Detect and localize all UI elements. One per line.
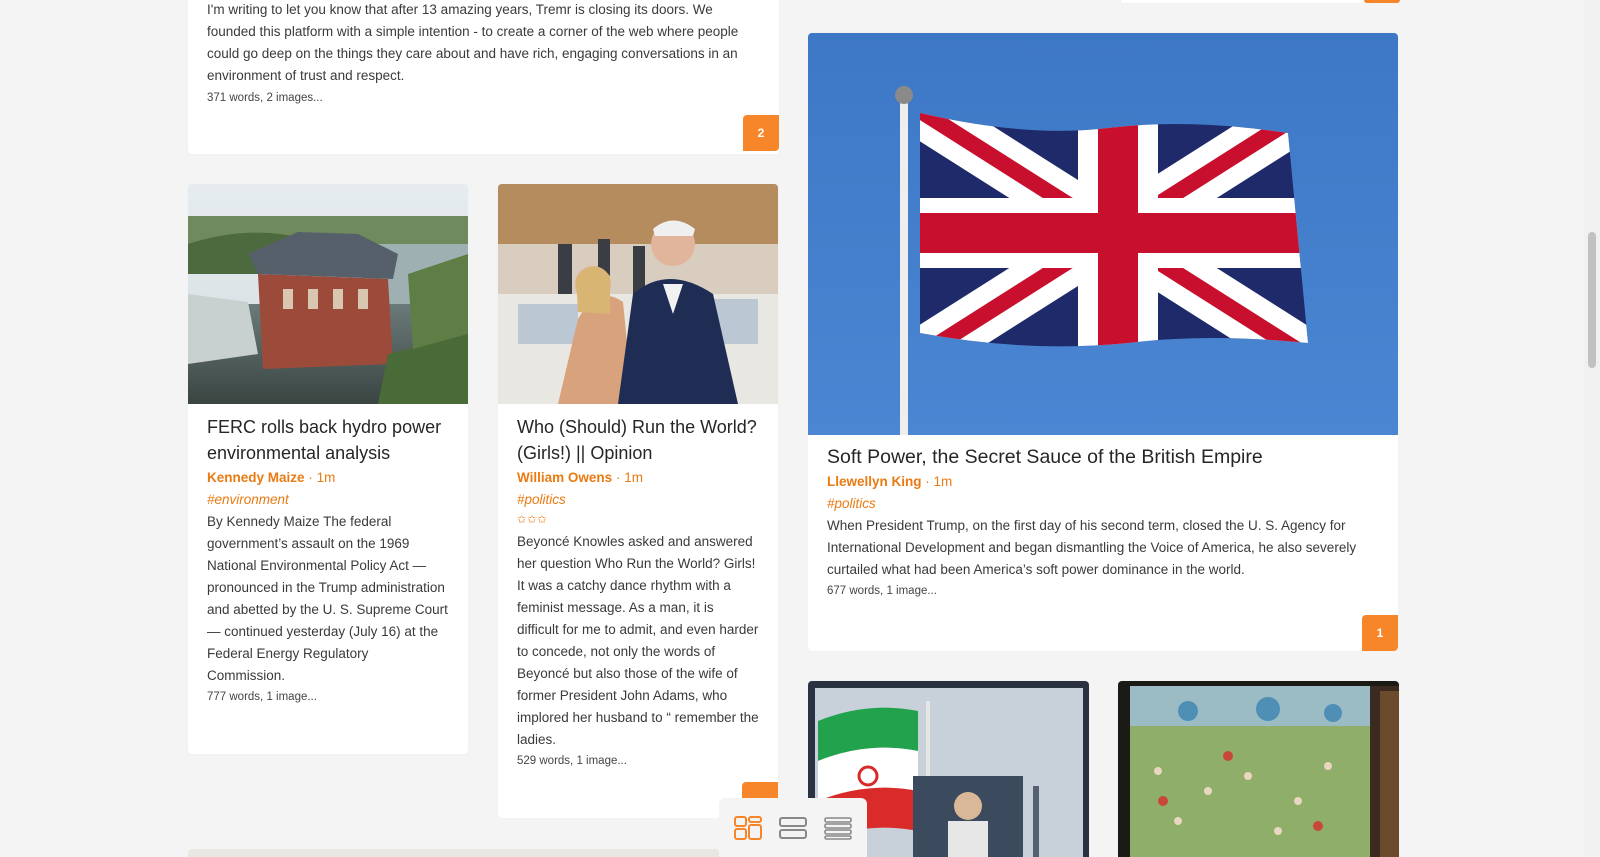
meta-separator: ·: [308, 470, 313, 485]
meta-separator: ·: [925, 474, 930, 489]
article-excerpt: I'm writing to let you know that after 1…: [207, 2, 739, 83]
post-age: 1m: [624, 470, 643, 485]
hydro-plant-image: [188, 184, 468, 404]
meta-separator: ·: [615, 470, 621, 485]
article-tag[interactable]: #politics: [827, 493, 1379, 515]
article-tag[interactable]: #politics: [517, 489, 759, 511]
page-scrollbar[interactable]: [1584, 0, 1600, 857]
article-excerpt: When President Trump, on the first day o…: [827, 518, 1357, 577]
article-card-ferc[interactable]: FERC rolls back hydro power environmenta…: [188, 184, 468, 754]
comment-count-badge[interactable]: 2: [743, 115, 779, 151]
article-card-tremr[interactable]: I'm writing to let you know that after 1…: [188, 0, 779, 154]
article-image-union-jack[interactable]: [808, 33, 1398, 435]
rating-stars[interactable]: ✩✩✩: [517, 511, 759, 529]
article-tag[interactable]: #environment: [207, 489, 449, 511]
article-title[interactable]: Who (Should) Run the World? (Girls!) || …: [517, 414, 759, 466]
article-image-hydro-power[interactable]: [188, 184, 468, 404]
article-card-who-run-the-world[interactable]: Who (Should) Run the World? (Girls!) || …: [498, 184, 778, 818]
grid-layout-icon: [733, 815, 762, 840]
article-title[interactable]: FERC rolls back hydro power environmenta…: [207, 414, 449, 466]
post-age: 1m: [933, 474, 953, 489]
word-count: 777 words, 1 image...: [207, 691, 317, 703]
badge-top-right-partial: [1364, 0, 1400, 3]
garden-of-earthly-delights-image: [1118, 681, 1399, 857]
word-count: 677 words, 1 image...: [827, 585, 937, 597]
author-name[interactable]: Llewellyn King: [827, 474, 922, 489]
article-meta: Llewellyn King · 1m: [827, 471, 1379, 493]
post-age: 1m: [316, 470, 336, 485]
layout-toolbar: [719, 798, 867, 857]
word-count: 529 words, 1 image...: [517, 755, 627, 767]
card-layout-icon: [778, 816, 807, 839]
article-title[interactable]: Soft Power, the Secret Sauce of the Brit…: [827, 444, 1379, 470]
list-layout-button[interactable]: [821, 811, 855, 845]
author-name[interactable]: William Owens: [517, 470, 612, 485]
leaders-meeting-image: [498, 184, 778, 404]
list-layout-icon: [824, 816, 853, 840]
article-card-soft-power[interactable]: Soft Power, the Secret Sauce of the Brit…: [808, 33, 1398, 651]
article-image-meloni-biden[interactable]: [498, 184, 778, 404]
card-layout-button[interactable]: [776, 811, 810, 845]
card-top-right-partial[interactable]: [1121, 0, 1364, 3]
article-meta: Kennedy Maize · 1m: [207, 467, 449, 489]
article-excerpt: By Kennedy Maize The federal government’…: [207, 514, 448, 683]
article-card-painting-partial[interactable]: [1118, 681, 1399, 857]
grid-layout-button[interactable]: [731, 811, 765, 845]
author-name[interactable]: Kennedy Maize: [207, 470, 305, 485]
article-card-bottom-left-partial[interactable]: [188, 849, 719, 857]
article-excerpt: Beyoncé Knowles asked and answered her q…: [517, 534, 759, 747]
comment-count-badge[interactable]: 1: [1362, 615, 1398, 651]
union-jack-flag-image: [808, 33, 1398, 435]
scrollbar-thumb[interactable]: [1588, 232, 1596, 368]
article-meta: William Owens · 1m: [517, 467, 759, 489]
word-count: 371 words, 2 images...: [207, 92, 323, 104]
